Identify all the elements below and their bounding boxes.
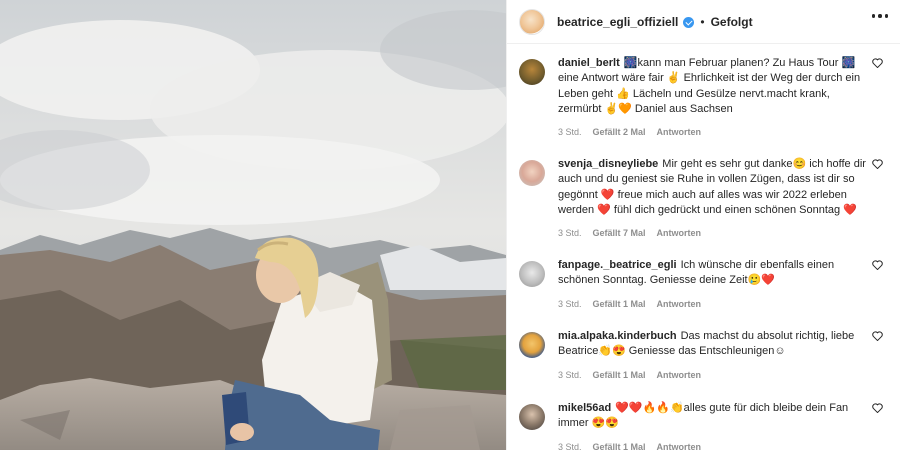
commenter-avatar[interactable] — [519, 332, 545, 358]
reply-button[interactable]: Antworten — [657, 127, 702, 137]
instagram-post-view: beatrice_egli_offiziell • Gefolgt daniel… — [0, 0, 900, 450]
comment-item: fanpage._beatrice_egli Ich wünsche dir eb… — [519, 258, 891, 309]
comment-time[interactable]: 3 Std. — [558, 228, 582, 238]
comment-text-block: fanpage._beatrice_egli Ich wünsche dir eb… — [558, 258, 868, 289]
comment-time[interactable]: 3 Std. — [558, 442, 582, 450]
author-username[interactable]: beatrice_egli_offiziell — [557, 15, 678, 29]
reply-button[interactable]: Antworten — [657, 442, 702, 450]
commenter-avatar[interactable] — [519, 160, 545, 186]
like-heart-icon[interactable] — [872, 403, 883, 413]
separator-dot: • — [700, 14, 705, 29]
mountain-photo — [0, 0, 506, 450]
post-header: beatrice_egli_offiziell • Gefolgt — [507, 0, 900, 44]
reply-button[interactable]: Antworten — [657, 370, 702, 380]
comment-item: mikel56ad ❤️❤️🔥🔥👏alles gute für dich blei… — [519, 401, 891, 450]
comment-meta: 3 Std. Gefällt 1 Mal Antworten — [558, 370, 868, 380]
comment-item: svenja_disneyliebe Mir geht es sehr gut d… — [519, 157, 891, 238]
reply-button[interactable]: Antworten — [657, 299, 702, 309]
like-heart-icon[interactable] — [872, 260, 883, 270]
comment-time[interactable]: 3 Std. — [558, 370, 582, 380]
reply-button[interactable]: Antworten — [657, 228, 702, 238]
author-avatar[interactable] — [519, 8, 545, 35]
comment-time[interactable]: 3 Std. — [558, 299, 582, 309]
commenter-username[interactable]: daniel_berlt — [558, 57, 620, 69]
comment-likes[interactable]: Gefällt 1 Mal — [593, 299, 646, 309]
comment-item: daniel_berlt 🎆kann man Februar planen? Zu… — [519, 56, 891, 137]
more-options-icon[interactable] — [871, 14, 888, 18]
comment-text-block: svenja_disneyliebe Mir geht es sehr gut d… — [558, 157, 868, 218]
comments-pane: beatrice_egli_offiziell • Gefolgt daniel… — [506, 0, 900, 450]
like-heart-icon[interactable] — [872, 159, 883, 169]
comment-likes[interactable]: Gefällt 7 Mal — [593, 228, 646, 238]
follow-status-button[interactable]: Gefolgt — [711, 15, 753, 29]
commenter-avatar[interactable] — [519, 261, 545, 287]
post-photo[interactable] — [0, 0, 506, 450]
comment-likes[interactable]: Gefällt 1 Mal — [593, 370, 646, 380]
comment-likes[interactable]: Gefällt 1 Mal — [593, 442, 646, 450]
commenter-username[interactable]: svenja_disneyliebe — [558, 158, 658, 170]
commenter-avatar[interactable] — [519, 59, 545, 85]
comment-meta: 3 Std. Gefällt 1 Mal Antworten — [558, 299, 868, 309]
commenter-username[interactable]: mia.alpaka.kinderbuch — [558, 330, 677, 342]
comment-item: mia.alpaka.kinderbuch Das machst du absol… — [519, 329, 891, 380]
comment-text-block: daniel_berlt 🎆kann man Februar planen? Zu… — [558, 56, 868, 117]
comment-time[interactable]: 3 Std. — [558, 127, 582, 137]
like-heart-icon[interactable] — [872, 331, 883, 341]
comment-text-block: mikel56ad ❤️❤️🔥🔥👏alles gute für dich blei… — [558, 401, 868, 432]
commenter-avatar[interactable] — [519, 404, 545, 430]
comment-meta: 3 Std. Gefällt 7 Mal Antworten — [558, 228, 868, 238]
comment-meta: 3 Std. Gefällt 2 Mal Antworten — [558, 127, 868, 137]
comment-text-block: mia.alpaka.kinderbuch Das machst du absol… — [558, 329, 868, 360]
commenter-username[interactable]: fanpage._beatrice_egli — [558, 259, 677, 271]
commenter-username[interactable]: mikel56ad — [558, 402, 611, 414]
comment-meta: 3 Std. Gefällt 1 Mal Antworten — [558, 442, 868, 450]
verified-badge-icon — [683, 17, 695, 28]
like-heart-icon[interactable] — [872, 58, 883, 68]
comment-likes[interactable]: Gefällt 2 Mal — [593, 127, 646, 137]
